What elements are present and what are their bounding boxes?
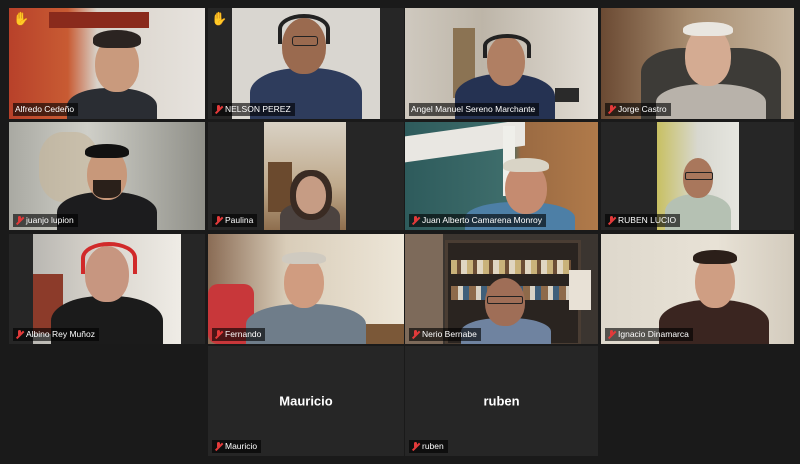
nameplate: Mauricio (212, 440, 262, 453)
participant-name: juanjo lupion (26, 215, 74, 225)
muted-mic-icon (15, 329, 24, 340)
participant-name: Nerio Bernabe (422, 329, 477, 339)
muted-mic-icon (607, 215, 616, 226)
muted-mic-icon (214, 329, 223, 340)
nameplate: Angel Manuel Sereno Marchante (409, 103, 540, 116)
participant-tile-juan-alberto[interactable]: Juan Alberto Camarena Monroy (405, 122, 598, 230)
muted-mic-icon (607, 329, 616, 340)
participant-tile-paulina[interactable]: Paulina (208, 122, 404, 230)
participant-tile-nerio[interactable]: Nerio Bernabe (405, 234, 598, 344)
raised-hand-icon: ✋ (211, 11, 228, 26)
participant-tile-juanjo[interactable]: juanjo lupion (9, 122, 205, 230)
participant-display-name: ruben (483, 393, 520, 409)
muted-mic-icon (214, 215, 223, 226)
video-feed (264, 122, 346, 230)
nameplate: Nerio Bernabe (409, 328, 481, 341)
muted-mic-icon (607, 104, 616, 115)
muted-mic-icon (411, 441, 420, 452)
participant-tile-ruben[interactable]: ruben ruben (405, 346, 598, 456)
nameplate: Albino Rey Muñoz (13, 328, 99, 341)
participant-tile-ruben-lucio[interactable]: RUBEN LUCIO (601, 122, 794, 230)
participant-name: RUBEN LUCIO (618, 215, 677, 225)
raised-hand-icon: ✋ (13, 11, 30, 26)
nameplate: Alfredo Cedeño (13, 103, 79, 116)
nameplate: Jorge Castro (605, 103, 671, 116)
participant-name: Albino Rey Muñoz (26, 329, 95, 339)
muted-mic-icon (214, 441, 223, 452)
participant-name: Paulina (225, 215, 254, 225)
nameplate: RUBEN LUCIO (605, 214, 681, 227)
participant-tile-ignacio[interactable]: Ignacio Dinamarca (601, 234, 794, 344)
participant-tile-nelson[interactable]: ✋ NELSON PEREZ (208, 8, 404, 119)
participant-name: Mauricio (225, 441, 258, 451)
nameplate: juanjo lupion (13, 214, 78, 227)
participant-name: Ignacio Dinamarca (618, 329, 689, 339)
participant-display-name: Mauricio (279, 393, 333, 409)
participant-tile-albino[interactable]: Albino Rey Muñoz (9, 234, 205, 344)
participant-tile-mauricio[interactable]: Mauricio Mauricio (208, 346, 404, 456)
participant-name: Jorge Castro (618, 104, 667, 114)
nameplate: Paulina (212, 214, 258, 227)
participant-tile-angel[interactable]: Angel Manuel Sereno Marchante (405, 8, 598, 119)
nameplate: NELSON PEREZ (212, 103, 295, 116)
nameplate: ruben (409, 440, 448, 453)
participant-name: Angel Manuel Sereno Marchante (411, 104, 536, 114)
muted-mic-icon (15, 215, 24, 226)
nameplate: Juan Alberto Camarena Monroy (409, 214, 547, 227)
participant-name: NELSON PEREZ (225, 104, 291, 114)
participant-tile-alfredo[interactable]: ✋ Alfredo Cedeño (9, 8, 205, 119)
participant-tile-fernando[interactable]: Fernando (208, 234, 404, 344)
participant-name: ruben (422, 441, 444, 451)
nameplate: Fernando (212, 328, 266, 341)
muted-mic-icon (411, 215, 420, 226)
participant-tile-jorge[interactable]: Jorge Castro (601, 8, 794, 119)
muted-mic-icon (411, 329, 420, 340)
participant-name: Fernando (225, 329, 262, 339)
muted-mic-icon (214, 104, 223, 115)
participant-name: Juan Alberto Camarena Monroy (422, 215, 543, 225)
nameplate: Ignacio Dinamarca (605, 328, 693, 341)
participant-name: Alfredo Cedeño (15, 104, 75, 114)
